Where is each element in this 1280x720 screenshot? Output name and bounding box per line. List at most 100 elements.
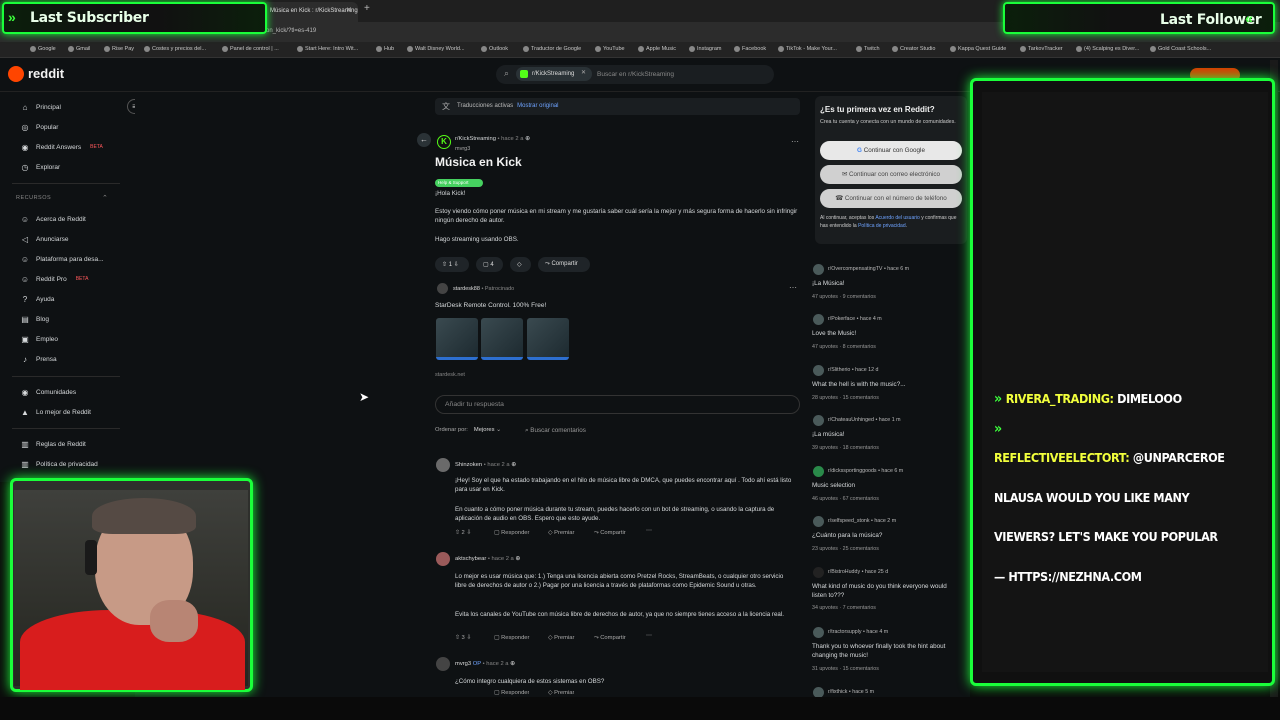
bookmark[interactable]: (4) Scalping es Diver... [1076, 46, 1139, 52]
clear-chip-icon[interactable]: ✕ [581, 69, 586, 76]
comments-button[interactable]: ▢ 4 [476, 257, 503, 272]
comment-share-button[interactable]: ⤳ Compartir [594, 635, 626, 642]
reddit-logo-icon[interactable] [8, 66, 24, 82]
more-options-icon[interactable]: ⋯ [791, 137, 799, 146]
bookmark[interactable]: TikTok - Make Your... [778, 46, 837, 52]
bookmark[interactable]: Traductor de Google [523, 46, 581, 52]
related-post-title[interactable]: ¿Cuánto para la música? [812, 532, 962, 541]
sidebar-item-answers[interactable]: ◉ Reddit Answers BETA [20, 142, 103, 152]
related-meta[interactable]: r/tractorsupply • hace 4 m [828, 629, 888, 635]
related-meta[interactable]: r/selfspeed_stonk • hace 2 m [828, 518, 896, 524]
close-tab-icon[interactable]: ✕ [346, 6, 352, 14]
bookmark[interactable]: TarkovTracker [1020, 46, 1063, 52]
sidebar-item-press[interactable]: ♪ Prensa [20, 354, 57, 364]
terms-link[interactable]: Acuerdo del usuario [875, 215, 919, 221]
sidebar-item-home[interactable]: ⌂ Principal [20, 102, 61, 112]
browser-tab[interactable]: Música en Kick : r/KickStreaming [262, 2, 358, 22]
ad-image[interactable] [527, 318, 569, 360]
bookmark[interactable]: Instagram [689, 46, 721, 52]
bookmark[interactable]: Rise Pay [104, 46, 134, 52]
bookmark[interactable]: Gmail [68, 46, 90, 52]
sidebar-item-explore[interactable]: ◷ Explorar [20, 162, 61, 172]
related-meta[interactable]: r/OvercompensatingTV • hace 6 m [828, 266, 909, 272]
bookmark[interactable]: Creator Studio [892, 46, 935, 52]
ad-more-options-icon[interactable]: ⋯ [789, 283, 797, 292]
ad-url[interactable]: stardesk.net [435, 372, 465, 378]
bookmark[interactable]: Walt Disney World... [407, 46, 465, 52]
bookmark[interactable]: Twitch [856, 46, 880, 52]
related-meta[interactable]: r/Pokerface • hace 4 m [828, 316, 882, 322]
comment-share-button[interactable]: ⤳ Compartir [594, 530, 626, 537]
new-tab-icon[interactable]: + [364, 3, 370, 14]
comment-votes[interactable]: ⇧ 3 ⇩ [455, 635, 471, 641]
related-post-title[interactable]: Music selection [812, 482, 962, 491]
email-signin-button[interactable]: ✉ Continuar con correo electrónico [820, 165, 962, 184]
subreddit-avatar[interactable]: K [437, 135, 451, 149]
bookmark[interactable]: Panel de control | ... [222, 46, 279, 52]
sidebar-item-careers[interactable]: ▣ Empleo [20, 334, 58, 344]
post-author[interactable]: mvrg3 [455, 146, 470, 152]
related-sub-avatar[interactable] [813, 314, 824, 325]
chevron-up-icon[interactable]: ⌃ [102, 194, 108, 202]
sidebar-item-rules[interactable]: ▥ Reglas de Reddit [20, 439, 86, 449]
sidebar-item-about[interactable]: ☺ Acerca de Reddit [20, 214, 86, 224]
related-meta[interactable]: r/BistroHuddy • hace 25 d [828, 569, 888, 575]
related-post-title[interactable]: ¡La Música! [812, 280, 962, 289]
ad-image[interactable] [481, 318, 523, 360]
comment-award-button[interactable]: ◇ Premiar [548, 635, 574, 641]
comment-award-button[interactable]: ◇ Premiar [548, 690, 574, 697]
related-meta[interactable]: r/fixthick • hace 5 m [828, 689, 874, 695]
bookmark[interactable]: YouTube [595, 46, 625, 52]
comment-avatar[interactable] [436, 458, 450, 472]
bookmark[interactable]: Gold Coast Schools... [1150, 46, 1211, 52]
reddit-logo-text[interactable]: reddit [28, 66, 64, 81]
sidebar-item-best-of[interactable]: ▲ Lo mejor de Reddit [20, 407, 91, 417]
sidebar-item-reddit-pro[interactable]: ☺ Reddit Pro BETA [20, 274, 89, 284]
google-signin-button[interactable]: G Continuar con Google [820, 141, 962, 160]
bookmark[interactable]: Google [30, 46, 56, 52]
comment-award-button[interactable]: ◇ Premiar [548, 530, 574, 536]
privacy-link[interactable]: Política de privacidad [858, 223, 906, 229]
comment-avatar[interactable] [436, 657, 450, 671]
related-sub-avatar[interactable] [813, 264, 824, 275]
bookmark[interactable]: Costes y precios del... [144, 46, 206, 52]
related-sub-avatar[interactable] [813, 627, 824, 638]
ad-title[interactable]: StarDesk Remote Control. 100% Free! [435, 302, 546, 309]
related-sub-avatar[interactable] [813, 567, 824, 578]
sidebar-item-privacy[interactable]: ▥ Política de privacidad [20, 459, 98, 469]
sort-control[interactable]: Ordenar por: Mejores ⌄ [435, 427, 501, 433]
sidebar-item-blog[interactable]: ▤ Blog [20, 314, 49, 324]
bookmark[interactable]: Outlook [481, 46, 508, 52]
comment-reply-button[interactable]: ▢ Responder [494, 530, 529, 536]
bookmark[interactable]: Apple Music [638, 46, 676, 52]
comment-avatar[interactable] [436, 552, 450, 566]
comment-more-icon[interactable]: ⋯ [646, 633, 652, 639]
resources-header[interactable]: RECURSOS [16, 195, 51, 201]
post-flair[interactable]: Help & Support [435, 179, 483, 187]
search-input[interactable]: Buscar en r/KickStreaming [597, 71, 674, 78]
ad-image[interactable] [436, 318, 478, 360]
vote-buttons[interactable]: ⇧ 1 ⇩ [435, 257, 469, 272]
bookmark[interactable]: Start Here: Intro Wit... [297, 46, 358, 52]
sidebar-item-developers[interactable]: ☺ Plataforma para desa... [20, 254, 104, 264]
related-meta[interactable]: r/ChateauUnhinged • hace 1 m [828, 417, 901, 423]
related-post-title[interactable]: Thank you to whoever finally took the hi… [812, 643, 962, 660]
comment-reply-button[interactable]: ▢ Responder [494, 690, 529, 697]
phone-signin-button[interactable]: ☎ Continuar con el número de teléfono [820, 189, 962, 208]
advertiser-avatar[interactable] [437, 283, 448, 294]
bookmark[interactable]: Hub [376, 46, 394, 52]
bookmark[interactable]: Kappa Quest Guide [950, 46, 1006, 52]
related-sub-avatar[interactable] [813, 365, 824, 376]
sidebar-item-advertise[interactable]: ◁ Anunciarse [20, 234, 69, 244]
sidebar-item-popular[interactable]: ◎ Popular [20, 122, 59, 132]
sidebar-item-communities[interactable]: ◉ Comunidades [20, 387, 77, 397]
related-post-title[interactable]: ¡La música! [812, 431, 962, 440]
sidebar-item-help[interactable]: ? Ayuda [20, 294, 55, 304]
related-post-title[interactable]: What the hell is with the music?... [812, 381, 962, 390]
related-sub-avatar[interactable] [813, 415, 824, 426]
comment-search[interactable]: ⌕ Buscar comentarios [525, 427, 586, 435]
show-original-link[interactable]: Mostrar original [517, 103, 558, 109]
comment-votes[interactable]: ⇧ 2 ⇩ [455, 530, 471, 536]
comment-reply-button[interactable]: ▢ Responder [494, 635, 529, 641]
reply-input[interactable]: Añadir tu respuesta [435, 395, 800, 414]
